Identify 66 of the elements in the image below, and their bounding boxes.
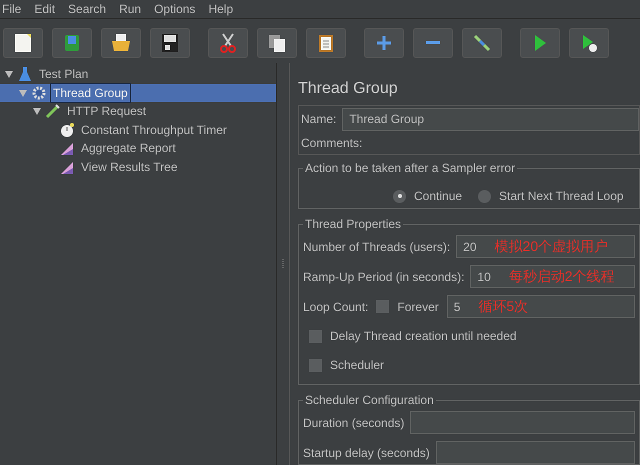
expanded-caret-icon[interactable] bbox=[4, 69, 14, 80]
text-field[interactable]: 5 循环5次 bbox=[446, 295, 635, 318]
text-field[interactable]: 20 模拟20个虚拟用户 bbox=[456, 235, 635, 258]
radio-button[interactable] bbox=[478, 190, 492, 202]
text-field[interactable]: Thread Group bbox=[342, 108, 639, 130]
tree-item[interactable]: Constant Throughput Timer bbox=[78, 120, 230, 140]
radio-button[interactable] bbox=[393, 190, 406, 202]
menu-item[interactable]: Edit bbox=[34, 0, 56, 18]
field-value: Thread Group bbox=[349, 111, 424, 128]
expanded-caret-icon[interactable] bbox=[18, 88, 28, 98]
field-label: Comments: bbox=[301, 135, 362, 152]
checkbox-label: Delay Thread creation until needed bbox=[330, 328, 517, 345]
toolbar-button[interactable] bbox=[569, 28, 609, 58]
group-title: Thread Properties bbox=[304, 216, 402, 233]
radio-label: Continue bbox=[414, 188, 462, 205]
tree-item[interactable]: Test Plan bbox=[36, 64, 92, 84]
menu-item[interactable]: Search bbox=[68, 0, 106, 18]
field-label: Duration (seconds) bbox=[303, 414, 404, 432]
tree-item[interactable]: Aggregate Report bbox=[78, 138, 179, 158]
field-label: Name: bbox=[301, 111, 336, 128]
checkbox[interactable] bbox=[309, 358, 322, 372]
panel-title: Thread Group bbox=[298, 79, 399, 99]
text-field[interactable] bbox=[410, 411, 635, 434]
toolbar-button[interactable] bbox=[101, 28, 141, 58]
menu-item[interactable]: Options bbox=[154, 0, 196, 18]
pipette-icon bbox=[45, 103, 61, 120]
menu-item[interactable]: Help bbox=[208, 0, 234, 18]
field-label: Number of Threads (users): bbox=[303, 238, 450, 256]
blank-page-icon bbox=[12, 32, 34, 54]
field-value: 10 bbox=[477, 268, 491, 286]
toolbar-button[interactable] bbox=[306, 28, 346, 58]
expanded-caret-icon[interactable] bbox=[32, 106, 42, 116]
stopwatch-icon bbox=[59, 122, 75, 138]
scissors-icon bbox=[217, 32, 239, 54]
grip-icon bbox=[281, 259, 285, 269]
radio-label: Start Next Thread Loop bbox=[499, 188, 624, 205]
folder-icon bbox=[110, 32, 132, 54]
toolbar-button[interactable] bbox=[257, 28, 297, 58]
annotation-text: 每秒启动2个线程 bbox=[508, 267, 615, 286]
annotation-text: 模拟20个虚拟用户 bbox=[494, 237, 608, 256]
tree-item[interactable]: HTTP Request bbox=[64, 101, 150, 122]
menu-item[interactable]: Run bbox=[119, 0, 142, 18]
field-value: 20 bbox=[463, 238, 477, 256]
toolbar-button[interactable] bbox=[150, 28, 190, 58]
toolbar-button[interactable] bbox=[208, 28, 248, 58]
field-value: 5 bbox=[454, 298, 460, 316]
group-title: Action to be taken after a Sampler error bbox=[304, 160, 516, 177]
annotation-text: 循环5次 bbox=[478, 297, 528, 316]
toolbar-button[interactable] bbox=[3, 28, 43, 58]
minus-icon bbox=[426, 41, 440, 44]
checkbox-label: Scheduler bbox=[330, 357, 384, 374]
field-label: Startup delay (seconds) bbox=[303, 444, 430, 462]
tree-item[interactable]: View Results Tree bbox=[78, 156, 180, 177]
menu-item[interactable]: File bbox=[2, 0, 22, 18]
gear-icon bbox=[31, 84, 47, 101]
checkbox-label: Forever bbox=[397, 298, 439, 316]
text-field[interactable]: 10 每秒启动2个线程 bbox=[470, 265, 635, 288]
tree-item[interactable]: Thread Group bbox=[50, 82, 131, 103]
flask-icon bbox=[17, 66, 33, 82]
field-label: Ramp-Up Period (in seconds): bbox=[303, 268, 464, 286]
group-title: Scheduler Configuration bbox=[304, 392, 435, 409]
checkbox[interactable] bbox=[309, 330, 322, 342]
toolbar-button[interactable] bbox=[462, 28, 502, 58]
field-label: Loop Count: bbox=[303, 298, 368, 316]
checkbox[interactable] bbox=[376, 300, 390, 313]
text-field[interactable] bbox=[436, 441, 635, 464]
